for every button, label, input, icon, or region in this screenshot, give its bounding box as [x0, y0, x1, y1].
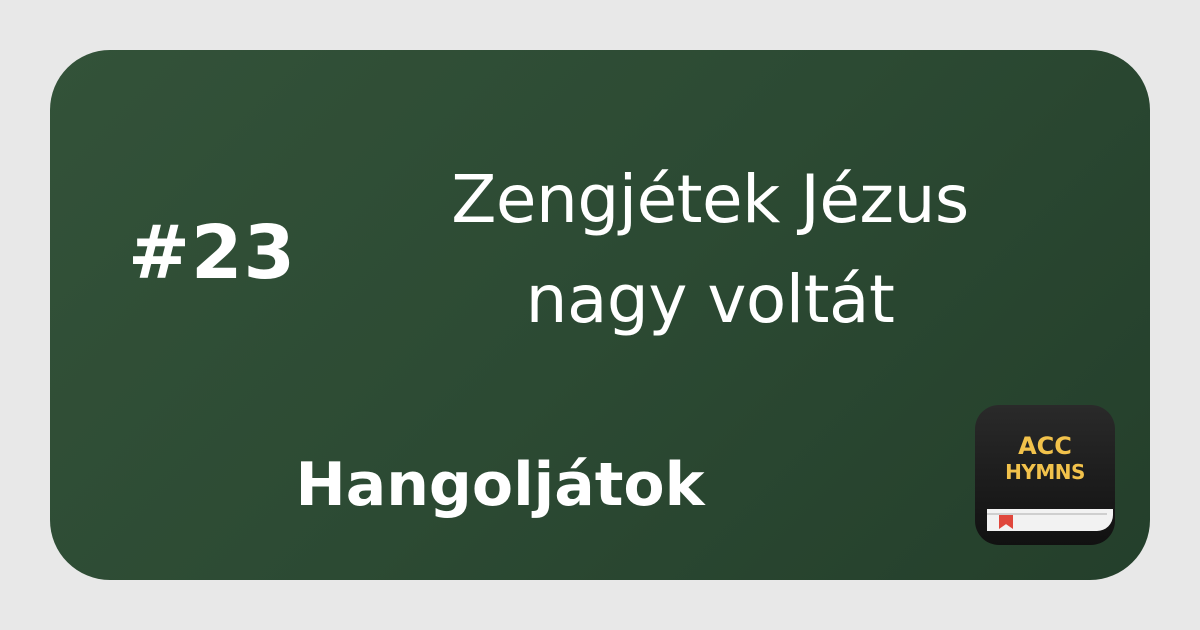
outer-frame: #23 Zengjétek Jézus nagy voltát Hangoljá…: [0, 0, 1200, 630]
hymn-title-line-2: nagy voltát: [525, 261, 895, 338]
hymn-title: Zengjétek Jézus nagy voltát: [380, 150, 1040, 350]
hymn-title-line-1: Zengjétek Jézus: [451, 161, 969, 238]
hymn-number: #23: [128, 210, 296, 296]
hymn-card: #23 Zengjétek Jézus nagy voltát Hangoljá…: [50, 50, 1150, 580]
app-icon-label-line-2: HYMNS: [1005, 460, 1085, 484]
book-pages: [987, 509, 1113, 531]
app-icon-label: ACC HYMNS: [975, 433, 1115, 485]
app-icon-label-line-1: ACC: [1018, 432, 1072, 460]
book-page-edge: [987, 513, 1107, 515]
acc-hymns-app-icon: ACC HYMNS: [975, 405, 1115, 545]
bookmark-icon: [999, 515, 1013, 529]
hymn-category: Hangoljátok: [295, 450, 705, 520]
